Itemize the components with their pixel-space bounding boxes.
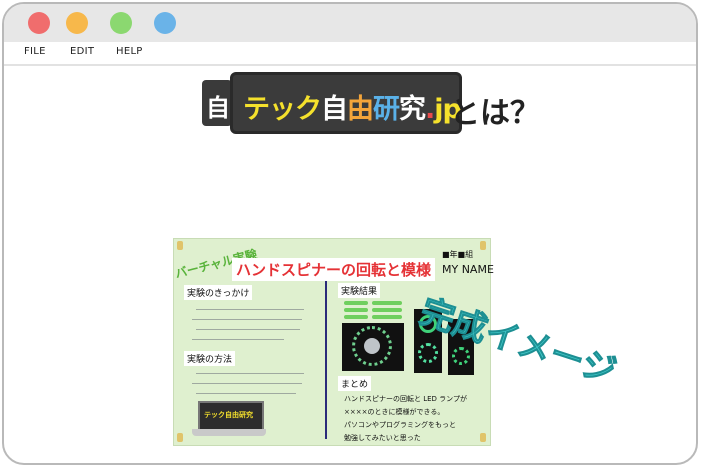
logo-tag: 自 — [202, 80, 232, 126]
result-bar — [344, 308, 368, 312]
title-bar — [4, 4, 696, 42]
result-bar — [344, 301, 368, 305]
logo-text: テック自由研究.jp — [243, 87, 462, 126]
extra-window-button[interactable] — [154, 12, 176, 34]
maximize-window-button[interactable] — [110, 12, 132, 34]
page-heading: 自 テック自由研究.jp とは？ — [202, 72, 542, 134]
pin-icon — [177, 241, 183, 250]
writing-line — [196, 329, 300, 330]
result-bar — [344, 315, 368, 319]
logo-part: テック — [243, 94, 322, 125]
writing-line — [192, 383, 302, 384]
result-bar — [372, 301, 402, 305]
section-results: 実験結果 — [338, 283, 381, 298]
logo-part: . — [425, 94, 435, 125]
minimize-window-button[interactable] — [66, 12, 88, 34]
result-bar — [372, 315, 402, 319]
logo-part: 由 — [347, 94, 374, 125]
summary-line: 勉強してみたいと思った — [344, 434, 421, 442]
writing-line — [196, 309, 304, 310]
led-ring — [452, 347, 470, 365]
logo-part: 究 — [399, 94, 426, 125]
pin-icon — [480, 241, 486, 250]
writing-line — [192, 339, 284, 340]
led-ring — [418, 343, 438, 363]
heading-suffix: とは？ — [450, 96, 540, 131]
menu-file[interactable]: FILE — [24, 46, 46, 57]
menu-help[interactable]: HELP — [116, 46, 143, 57]
logo-part: 自 — [321, 94, 348, 125]
summary-line: ××××のときに模様ができる。 — [344, 408, 445, 416]
logo-prefix: 自 — [206, 94, 230, 122]
section-motivation: 実験のきっかけ — [184, 285, 253, 300]
logo-board: テック自由研究.jp — [230, 72, 462, 134]
summary-line: ハンドスピナーの回転と LED ランプが — [344, 395, 467, 403]
spinner-photo — [342, 323, 404, 371]
app-window: FILE EDIT HELP 自 テック自由研究.jp とは？ バーチャル実験 … — [2, 2, 698, 465]
laptop-base — [192, 429, 266, 436]
result-bar — [372, 308, 402, 312]
writing-line — [196, 393, 296, 394]
pin-icon — [177, 433, 183, 442]
writing-line — [192, 319, 302, 320]
poster-divider — [325, 281, 327, 439]
pin-icon — [480, 433, 486, 442]
logo-part: 研 — [373, 94, 400, 125]
spinner-center — [364, 338, 380, 354]
laptop-logo: テック自由研究 — [204, 411, 253, 419]
close-window-button[interactable] — [28, 12, 50, 34]
poster-title: ハンドスピナーの回転と模様 — [232, 258, 436, 281]
summary-line: パソコンやプログラミングをもっと — [344, 421, 456, 429]
name-text: MY NAME — [442, 263, 494, 276]
grade-text: ■年■組 — [442, 250, 474, 259]
menu-edit[interactable]: EDIT — [70, 46, 94, 57]
menu-bar: FILE EDIT HELP — [4, 42, 696, 66]
writing-line — [196, 373, 304, 374]
section-summary: まとめ — [338, 376, 372, 391]
laptop-image: テック自由研究 — [198, 401, 264, 431]
section-method: 実験の方法 — [184, 351, 236, 366]
sample-poster: バーチャル実験 ハンドスピナーの回転と模様 ■年■組 MY NAME 実験のきっ… — [173, 238, 494, 446]
